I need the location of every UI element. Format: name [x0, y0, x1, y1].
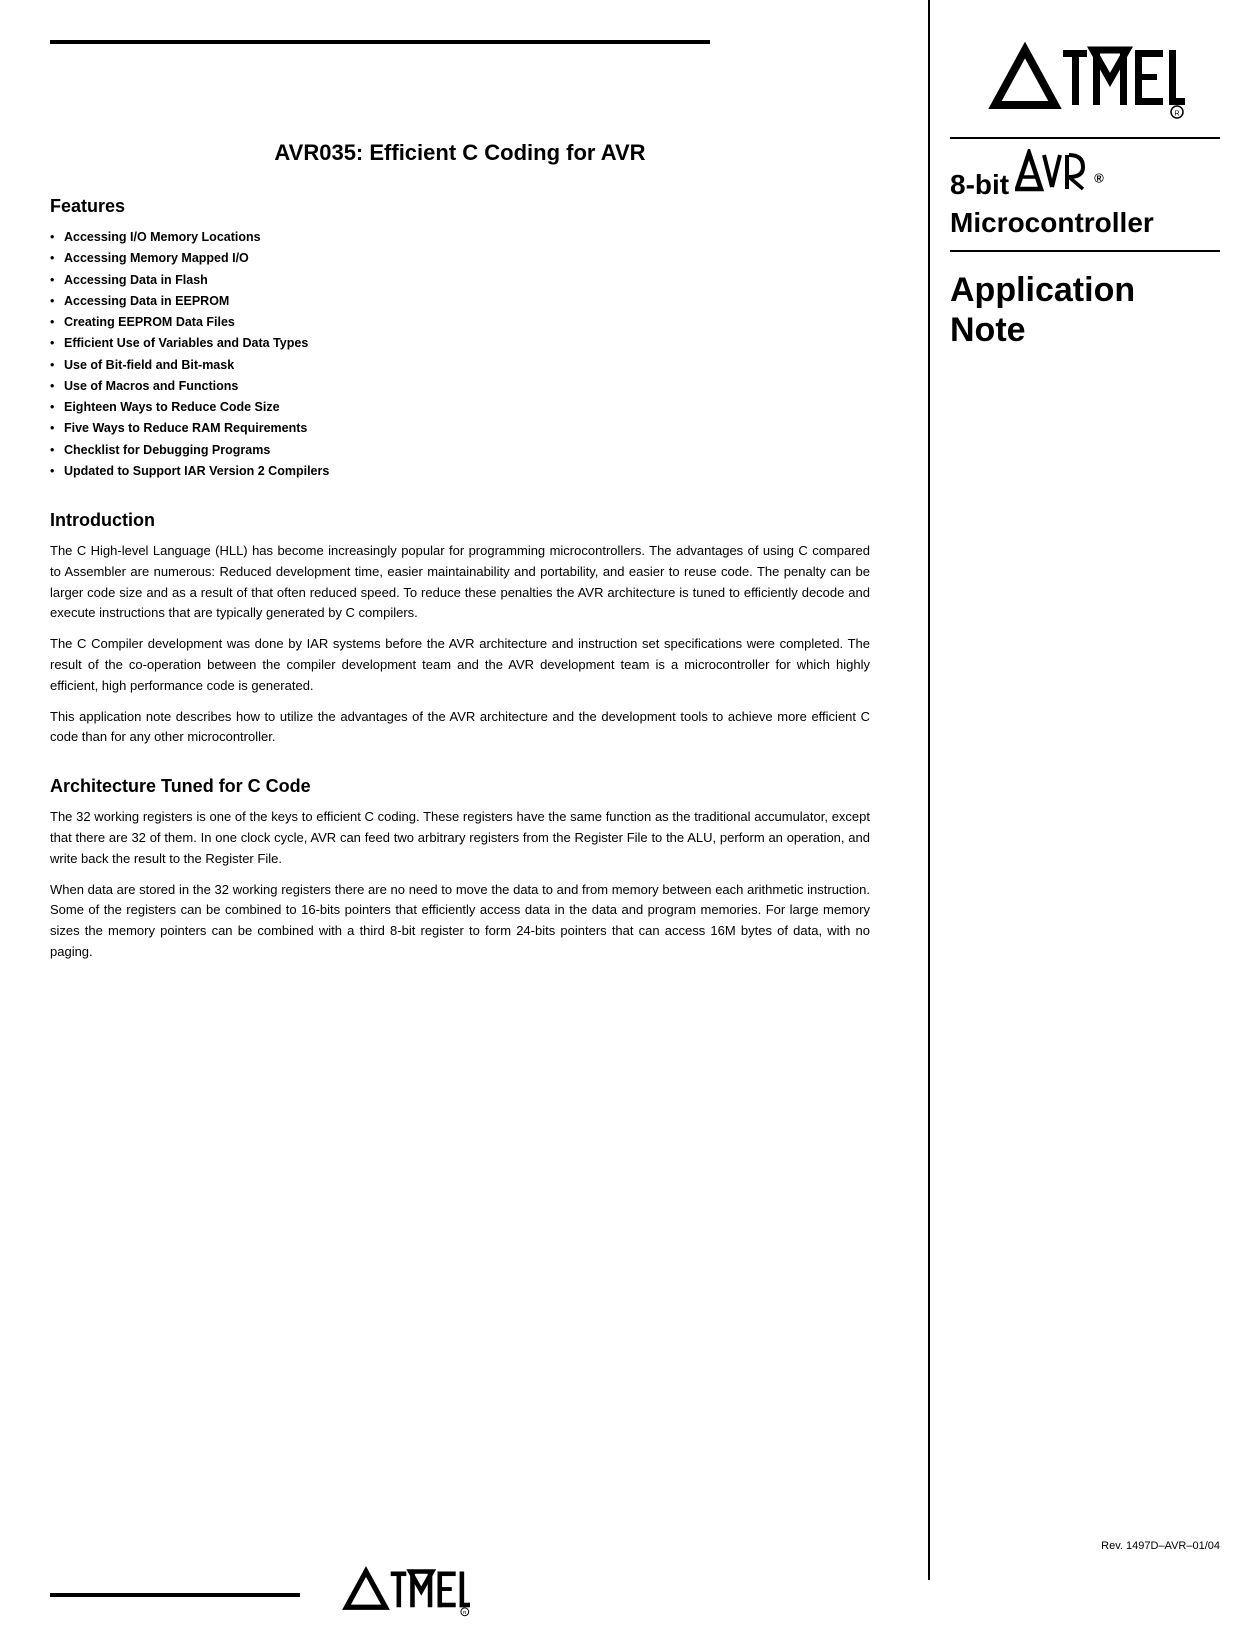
sidebar-app-note: Application Note [950, 270, 1220, 352]
feature-list-item: Accessing I/O Memory Locations [50, 227, 870, 248]
atmel-logo-icon: R [985, 40, 1185, 120]
sidebar-divider-1 [950, 137, 1220, 139]
right-sidebar: R 8-bit ® [950, 40, 1220, 351]
feature-list-item: Five Ways to Reduce RAM Requirements [50, 418, 870, 439]
arch-heading: Architecture Tuned for C Code [50, 776, 870, 797]
intro-heading: Introduction [50, 510, 870, 531]
feature-list-item: Creating EEPROM Data Files [50, 312, 870, 333]
feature-list-item: Use of Bit-field and Bit-mask [50, 355, 870, 376]
sidebar-divider-2 [950, 250, 1220, 252]
intro-paragraph: This application note describes how to u… [50, 707, 870, 749]
avr-stylized-icon [1015, 149, 1085, 194]
feature-list-item: Accessing Data in EEPROM [50, 291, 870, 312]
feature-list: Accessing I/O Memory LocationsAccessing … [50, 227, 870, 482]
avr-logo-text: ® [1015, 149, 1103, 202]
feature-list-item: Updated to Support IAR Version 2 Compile… [50, 461, 870, 482]
top-rule [50, 40, 710, 44]
svg-text:R: R [463, 1610, 467, 1615]
intro-paragraph: The C High-level Language (HLL) has beco… [50, 541, 870, 624]
arch-paragraph: When data are stored in the 32 working r… [50, 880, 870, 963]
page-container: AVR035: Efficient C Coding for AVR Featur… [0, 0, 1240, 1652]
feature-list-item: Use of Macros and Functions [50, 376, 870, 397]
feature-list-item: Accessing Data in Flash [50, 270, 870, 291]
vert-divider [928, 0, 930, 1580]
bottom-atmel-logo: R [340, 1565, 500, 1622]
avr-reg-mark: ® [1094, 170, 1104, 185]
svg-text:R: R [1175, 111, 1180, 118]
feature-list-item: Checklist for Debugging Programs [50, 440, 870, 461]
feature-list-item: Efficient Use of Variables and Data Type… [50, 333, 870, 354]
atmel-logo-container: R [950, 40, 1220, 125]
features-heading: Features [50, 196, 870, 217]
feature-list-item: Accessing Memory Mapped I/O [50, 248, 870, 269]
bottom-atmel-logo-icon: R [340, 1565, 470, 1617]
doc-title: AVR035: Efficient C Coding for AVR [50, 140, 870, 166]
arch-paragraph: The 32 working registers is one of the k… [50, 807, 870, 869]
rev-note: Rev. 1497D–AVR–01/04 [1101, 1540, 1220, 1552]
bottom-bar [50, 1593, 300, 1597]
main-content: AVR035: Efficient C Coding for AVR Featur… [50, 60, 870, 973]
sidebar-8bit-avr: 8-bit ® [950, 149, 1220, 202]
intro-paragraph: The C Compiler development was done by I… [50, 634, 870, 696]
8bit-label: 8-bit [950, 169, 1009, 201]
sidebar-microcontroller-label: Microcontroller [950, 206, 1220, 240]
feature-list-item: Eighteen Ways to Reduce Code Size [50, 397, 870, 418]
